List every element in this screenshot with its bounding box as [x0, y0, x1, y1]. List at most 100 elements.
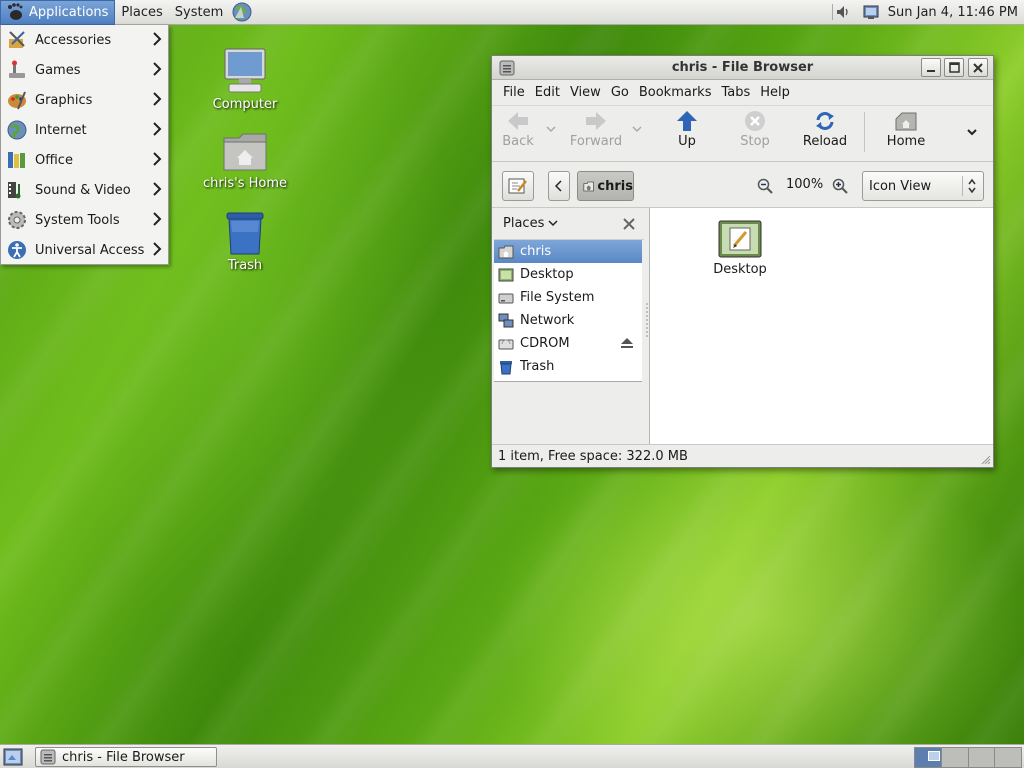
home-folder-icon: [498, 245, 514, 258]
menu-bar: File Edit View Go Bookmarks Tabs Help: [492, 80, 993, 106]
view-mode-select[interactable]: Icon View: [862, 171, 984, 201]
toggle-location-entry-button[interactable]: [502, 171, 534, 201]
menu-item-sound-video[interactable]: Sound & Video: [1, 175, 168, 205]
system-menu[interactable]: System: [169, 0, 229, 25]
desktop-icon: [498, 268, 514, 281]
resize-grip-icon[interactable]: [981, 455, 991, 465]
icon-view[interactable]: Desktop: [649, 208, 993, 444]
maximize-button[interactable]: [944, 58, 964, 77]
reload-label: Reload: [802, 134, 848, 149]
title-bar[interactable]: chris - File Browser: [492, 56, 993, 80]
back-history-dropdown-icon[interactable]: [545, 124, 557, 134]
place-label: Trash: [520, 359, 555, 374]
menu-file[interactable]: File: [498, 85, 530, 100]
clock[interactable]: Sun Jan 4, 11:46 PM: [888, 5, 1018, 20]
applications-dropdown: Accessories Games Graphics Internet Offi…: [0, 25, 169, 265]
zoom-level[interactable]: 100%: [786, 177, 823, 192]
side-pane-selector[interactable]: Places: [503, 216, 559, 231]
file-browser-task-icon: [40, 749, 56, 765]
back-button[interactable]: Back: [488, 110, 548, 149]
menu-item-graphics[interactable]: Graphics: [1, 85, 168, 115]
places-menu-label: Places: [121, 4, 163, 20]
close-button[interactable]: [968, 58, 988, 77]
chevron-left-icon: [555, 180, 562, 192]
web-browser-launcher-icon[interactable]: [231, 1, 253, 23]
up-arrow-icon: [677, 111, 697, 131]
menu-view[interactable]: View: [565, 85, 606, 100]
zoom-out-icon[interactable]: [757, 178, 773, 194]
desktop-icon-home[interactable]: chris's Home: [195, 130, 295, 191]
place-label: chris: [520, 244, 552, 259]
path-crumb-chris[interactable]: chris: [577, 171, 634, 201]
minimize-button[interactable]: [921, 58, 941, 77]
chevron-right-icon: [153, 242, 162, 256]
stop-button[interactable]: Stop: [725, 110, 785, 149]
place-cdrom[interactable]: CDROM: [494, 332, 642, 355]
zoom-in-icon[interactable]: [832, 178, 848, 194]
desktop-icon-label: chris's Home: [203, 176, 287, 191]
desktop-icon-label: Trash: [227, 258, 263, 273]
toolbar-overflow-icon[interactable]: [966, 128, 978, 138]
chevron-right-icon: [153, 152, 162, 166]
menu-item-label: System Tools: [35, 212, 120, 228]
side-pane-header: Places: [494, 208, 644, 240]
menu-edit[interactable]: Edit: [530, 85, 565, 100]
forward-arrow-icon: [586, 112, 606, 130]
forward-button[interactable]: Forward: [566, 110, 626, 149]
eject-icon[interactable]: [620, 337, 634, 349]
menu-item-universal-access[interactable]: Universal Access: [1, 235, 168, 265]
file-item-desktop[interactable]: Desktop: [700, 220, 780, 277]
volume-icon[interactable]: [831, 2, 852, 22]
chevron-right-icon: [153, 92, 162, 106]
menu-help[interactable]: Help: [755, 85, 795, 100]
menu-tabs[interactable]: Tabs: [716, 85, 755, 100]
trash-icon: [500, 360, 512, 374]
select-separator: [962, 176, 963, 196]
places-list: chris Desktop File System Network CDROM: [494, 240, 642, 382]
games-icon: [5, 59, 29, 81]
back-label: Back: [502, 134, 534, 149]
workspace-2[interactable]: [941, 748, 969, 767]
up-button[interactable]: Up: [657, 110, 717, 149]
desktop-icon-computer[interactable]: Computer: [195, 47, 295, 112]
menu-item-office[interactable]: Office: [1, 145, 168, 175]
reload-button[interactable]: Reload: [795, 110, 855, 149]
path-scroll-left-button[interactable]: [548, 171, 570, 201]
workspace-3[interactable]: [968, 748, 996, 767]
side-pane-title: Places: [503, 216, 545, 231]
close-side-pane-icon[interactable]: [622, 217, 636, 231]
forward-history-dropdown-icon[interactable]: [631, 124, 643, 134]
desktop-icon-trash[interactable]: Trash: [195, 210, 295, 273]
workspace-switcher: [914, 747, 1022, 768]
menu-bookmarks[interactable]: Bookmarks: [634, 85, 717, 100]
places-menu[interactable]: Places: [115, 0, 168, 25]
menu-go[interactable]: Go: [606, 85, 634, 100]
applications-menu-label: Applications: [29, 4, 109, 20]
workspace-4[interactable]: [995, 748, 1021, 767]
workspace-1[interactable]: [915, 748, 942, 767]
reload-icon: [816, 112, 834, 130]
stop-icon: [745, 111, 765, 131]
place-network[interactable]: Network: [494, 309, 642, 332]
place-desktop[interactable]: Desktop: [494, 263, 642, 286]
back-arrow-icon: [508, 112, 528, 130]
menu-item-accessories[interactable]: Accessories: [1, 25, 168, 55]
taskbar-file-browser[interactable]: chris - File Browser: [35, 747, 217, 767]
path-crumb-label: chris: [597, 178, 633, 194]
window-title: chris - File Browser: [671, 60, 814, 75]
menu-item-internet[interactable]: Internet: [1, 115, 168, 145]
show-desktop-icon[interactable]: [3, 748, 23, 766]
place-label: File System: [520, 290, 595, 305]
place-label: Desktop: [520, 267, 574, 282]
home-icon: [895, 112, 917, 131]
place-file-system[interactable]: File System: [494, 286, 642, 309]
menu-item-system-tools[interactable]: System Tools: [1, 205, 168, 235]
place-trash[interactable]: Trash: [494, 355, 642, 378]
bottom-panel: chris - File Browser: [0, 744, 1024, 768]
location-bar: chris 100% Icon View: [492, 162, 993, 208]
home-button[interactable]: Home: [876, 110, 936, 149]
place-chris[interactable]: chris: [494, 240, 642, 263]
network-status-icon[interactable]: [862, 3, 880, 21]
applications-menu[interactable]: Applications: [0, 0, 116, 25]
menu-item-games[interactable]: Games: [1, 55, 168, 85]
